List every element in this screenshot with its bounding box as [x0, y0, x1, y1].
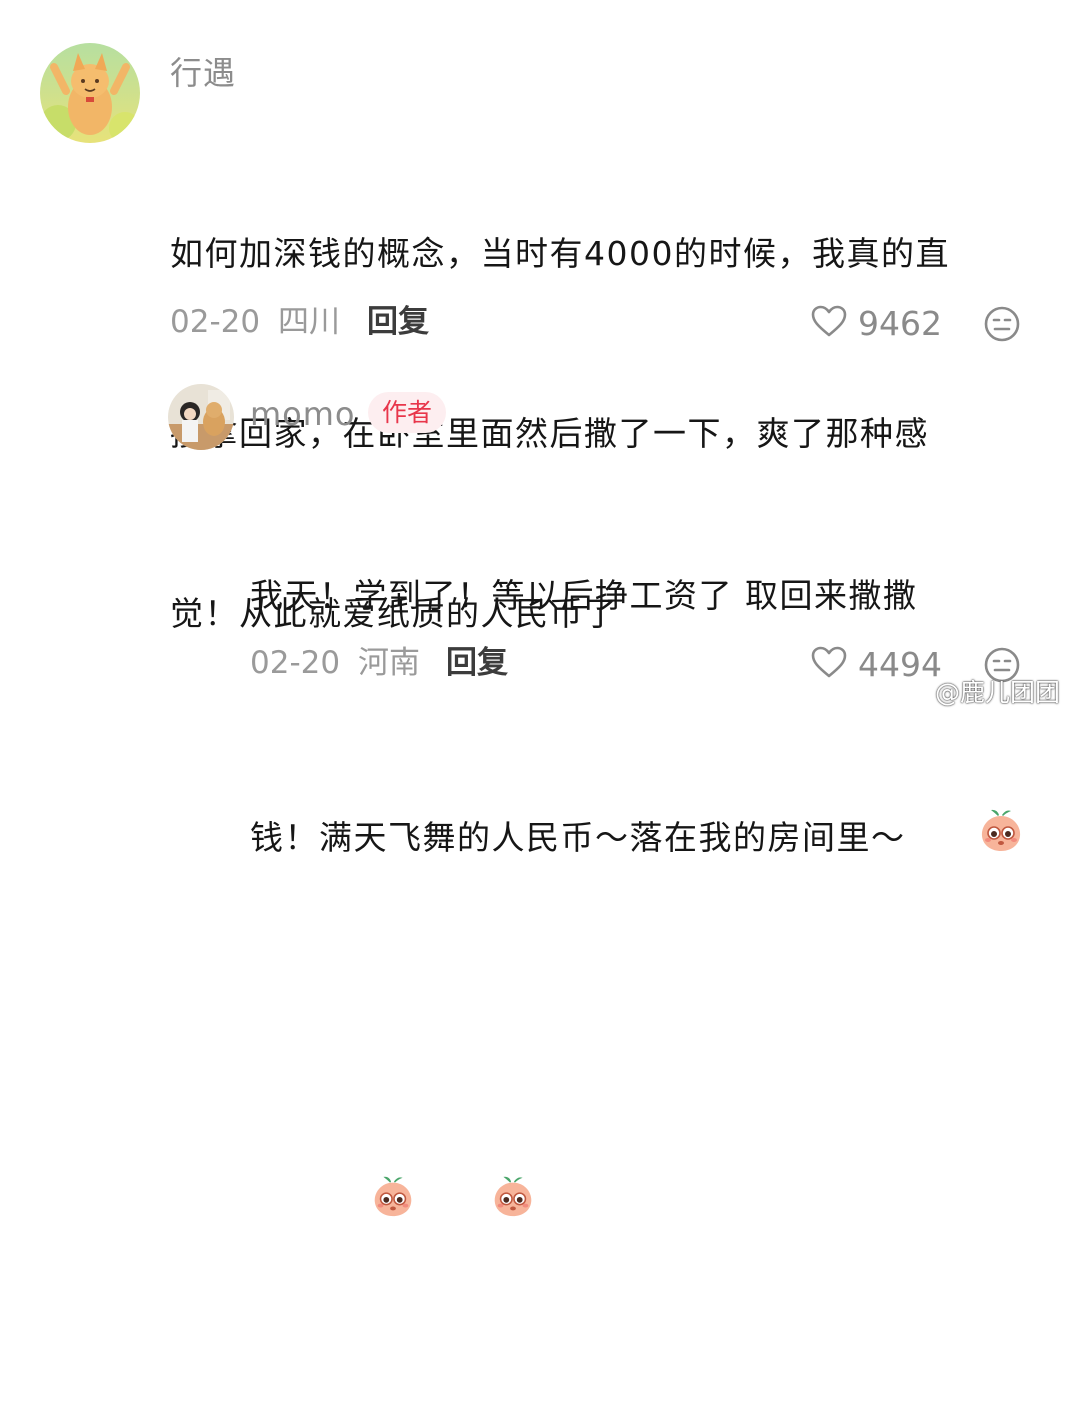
like-button[interactable]: 9462 — [810, 304, 942, 342]
reply-text-line: 钱！满天飞舞的人民币～落在我的房间里～ — [250, 746, 1040, 933]
reply-text-line-content: 钱！满天飞舞的人民币～落在我的房间里～ — [250, 818, 906, 857]
peach-face-emoji — [418, 1113, 536, 1298]
comment-date: 02-20 — [170, 304, 261, 340]
reply-avatar[interactable] — [168, 384, 234, 450]
peach-face-emoji — [298, 1113, 416, 1298]
reply-reply-button[interactable]: 回复 — [446, 648, 508, 679]
author-badge: 作者 — [368, 392, 447, 433]
commenter-avatar[interactable] — [40, 43, 140, 143]
comment-meta: 02-20 四川 — [170, 307, 340, 338]
reply-username[interactable]: momo — [250, 398, 356, 430]
watermark-text: @鹿儿团团 — [934, 678, 1060, 707]
watermark: @鹿儿团团 — [897, 673, 1060, 709]
reply-meta: 02-20 河南 — [250, 648, 420, 679]
dislike-button[interactable] — [983, 305, 1021, 347]
commenter-username[interactable]: 行遇 — [170, 57, 236, 89]
reply-emoji-line — [250, 1053, 1040, 1358]
reply-date: 02-20 — [250, 645, 341, 681]
neutral-face-icon — [983, 306, 1021, 347]
reply-button[interactable]: 回复 — [367, 307, 429, 338]
comment-text-line: 如何加深钱的概念，当时有4000的时候，我真的直 — [170, 234, 950, 273]
weibo-logo-icon — [897, 674, 931, 708]
comment-location: 四川 — [277, 304, 340, 340]
like-count: 9462 — [858, 303, 942, 343]
reply-location: 河南 — [357, 645, 420, 681]
reply-text: 我天！学到了！等以后挣工资了 取回来撒撒 钱！满天飞舞的人民币～落在我的房间里～ — [250, 446, 1040, 1418]
reply-text-line: 我天！学到了！等以后挣工资了 取回来撒撒 — [250, 576, 918, 615]
heart-outline-icon — [810, 645, 848, 683]
heart-outline-icon — [810, 304, 848, 342]
peach-face-emoji — [906, 746, 1026, 933]
